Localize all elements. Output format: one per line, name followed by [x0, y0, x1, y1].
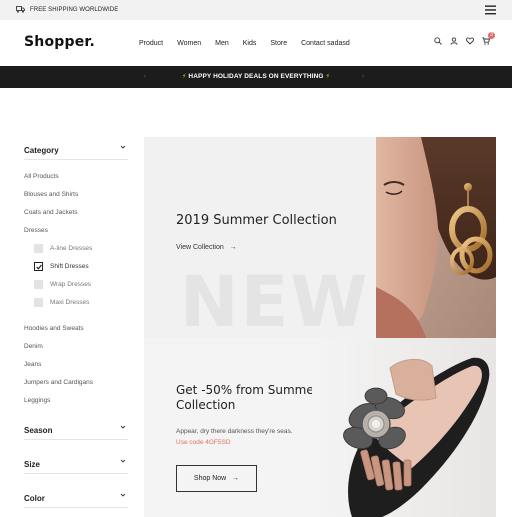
bolt-icon: ⚡: [181, 73, 187, 80]
logo[interactable]: Shopper.: [24, 34, 95, 50]
check-icon: [36, 264, 42, 270]
category-item[interactable]: Coats and Jackets: [24, 208, 128, 226]
promo-text-wrap: ⚡ HAPPY HOLIDAY DEALS ON EVERYTHING ⚡: [0, 73, 512, 81]
filter-category-header[interactable]: Category: [24, 140, 128, 160]
filter-title: Category: [24, 146, 59, 155]
truck-icon: [16, 6, 25, 13]
chevron-down-icon[interactable]: [120, 144, 126, 150]
filter-sidebar: Category All Products Blouses and Shirts…: [24, 140, 128, 508]
subcategory-item[interactable]: Shift Dresses: [24, 262, 128, 280]
banner-title: 2019 Summer Collection: [176, 213, 337, 228]
checkbox[interactable]: [34, 280, 43, 289]
category-item[interactable]: Denim: [24, 342, 128, 360]
filter-season-header[interactable]: Season: [24, 420, 128, 440]
main-nav: Product Women Men Kids Store Contact sad…: [139, 39, 364, 48]
bolt-icon: ⚡: [325, 73, 331, 80]
model-earring-photo: [376, 137, 496, 338]
promo-next-arrow[interactable]: ›: [362, 73, 364, 81]
filter-color-header[interactable]: Color: [24, 488, 128, 508]
header-icons: 3: [434, 32, 495, 45]
header: Shopper. Product Women Men Kids Store Co…: [0, 20, 512, 66]
user-icon[interactable]: [450, 37, 458, 45]
cart-count-badge: 3: [488, 32, 495, 39]
category-item[interactable]: Leggings: [24, 396, 128, 414]
banner-description: Appear, dry there darkness they're seas.: [176, 428, 293, 435]
topbar: FREE SHIPPING WORLDWIDE: [0, 0, 512, 20]
checkbox[interactable]: [34, 244, 43, 253]
summer-collection-banner: NEW 2019 Summer Collection View Collecti…: [144, 137, 496, 338]
category-list: All Products Blouses and Shirts Coats an…: [24, 172, 128, 414]
arrow-right-icon: →: [225, 244, 237, 251]
view-collection-link[interactable]: View Collection →: [176, 244, 237, 251]
category-item[interactable]: Jeans: [24, 360, 128, 378]
button-label: Shop Now: [193, 475, 227, 482]
nav-contact[interactable]: Contact sadasd: [301, 39, 350, 48]
heart-icon[interactable]: [466, 37, 474, 45]
new-watermark: NEW: [180, 261, 370, 338]
checkbox-checked[interactable]: [34, 262, 43, 271]
subcategory-item[interactable]: Maxi Dresses: [24, 298, 128, 316]
link-label: View Collection: [176, 244, 224, 251]
arrow-right-icon: →: [228, 475, 240, 482]
chevron-down-icon[interactable]: [120, 492, 126, 498]
chevron-down-icon[interactable]: [120, 424, 126, 430]
subcategory-label: Shift Dresses: [50, 263, 89, 270]
category-item[interactable]: Dresses: [24, 226, 128, 244]
nav-women[interactable]: Women: [177, 39, 201, 48]
chevron-down-icon[interactable]: [120, 458, 126, 464]
filter-title: Size: [24, 460, 41, 469]
checkbox[interactable]: [34, 298, 43, 307]
promo-text: HAPPY HOLIDAY DEALS ON EVERYTHING: [188, 73, 324, 80]
filter-size-header[interactable]: Size: [24, 454, 128, 474]
discount-banner: Get -50% from Summer Collection Appear, …: [144, 338, 496, 517]
category-item[interactable]: Blouses and Shirts: [24, 190, 128, 208]
subcategory-label: Wrap Dresses: [50, 281, 92, 288]
search-icon[interactable]: [434, 37, 442, 45]
promo-banner: ‹ ⚡ HAPPY HOLIDAY DEALS ON EVERYTHING ⚡ …: [0, 66, 512, 88]
shop-now-button[interactable]: Shop Now →: [176, 465, 257, 492]
shoe-photo: [312, 338, 496, 517]
nav-store[interactable]: Store: [270, 39, 287, 48]
nav-kids[interactable]: Kids: [243, 39, 257, 48]
nav-men[interactable]: Men: [215, 39, 229, 48]
subcategory-item[interactable]: A-line Dresses: [24, 244, 128, 262]
category-item[interactable]: All Products: [24, 172, 128, 190]
shipping-text: FREE SHIPPING WORLDWIDE: [30, 7, 119, 13]
promo-code: Use code 4GF5SD: [176, 439, 231, 446]
filter-title: Season: [24, 426, 53, 435]
nav-product[interactable]: Product: [139, 39, 163, 48]
subcategory-item[interactable]: Wrap Dresses: [24, 280, 128, 298]
subcategory-label: A-line Dresses: [50, 245, 93, 252]
menu-icon[interactable]: [485, 5, 496, 15]
subcategory-label: Maxi Dresses: [50, 299, 90, 306]
cart[interactable]: 3: [482, 32, 495, 45]
category-item[interactable]: Jumpers and Cardigans: [24, 378, 128, 396]
filter-title: Color: [24, 494, 45, 503]
category-item[interactable]: Hoodies and Sweats: [24, 324, 128, 342]
